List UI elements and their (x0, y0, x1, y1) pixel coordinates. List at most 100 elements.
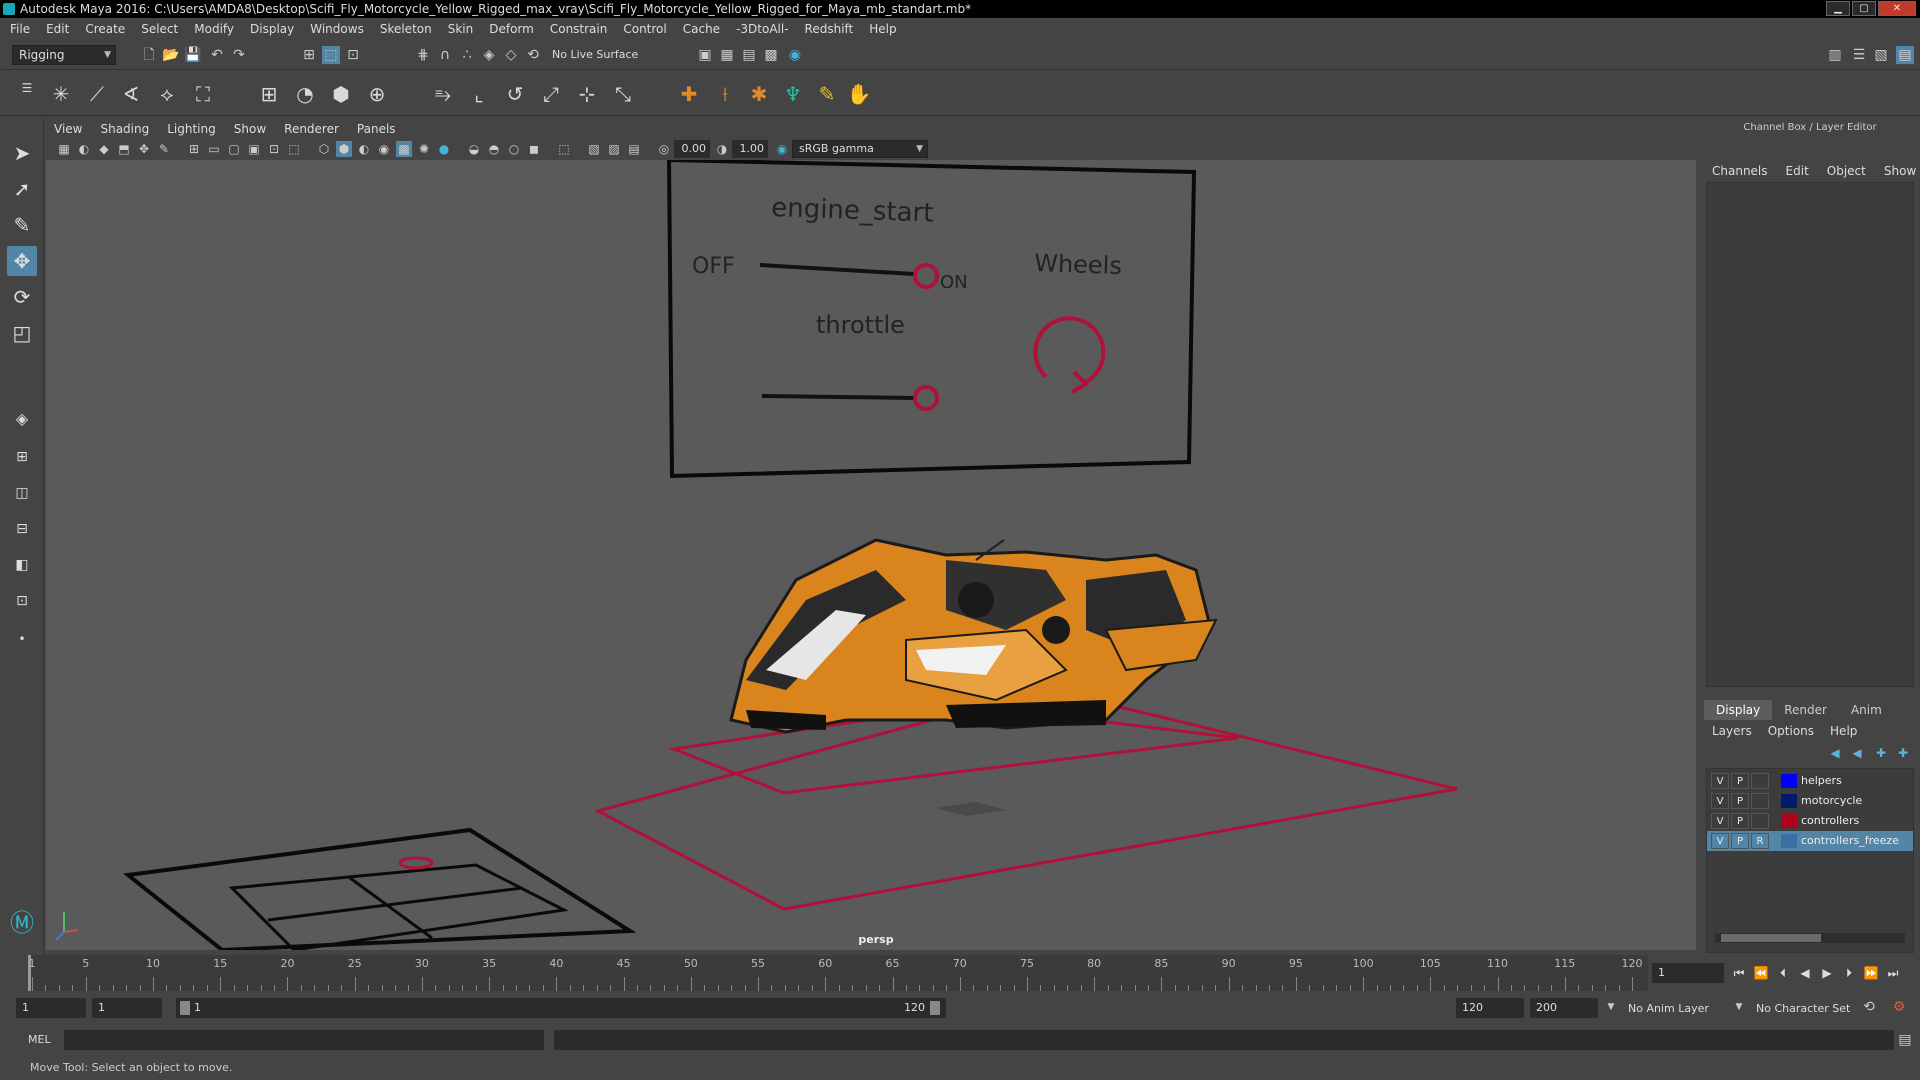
layer-playback-toggle[interactable]: P (1731, 793, 1749, 809)
viewport-menu-show[interactable]: Show (234, 122, 266, 136)
layer-playback-toggle[interactable]: P (1731, 813, 1749, 829)
ik-spline-icon[interactable]: ∢ (118, 81, 144, 107)
menu-deform[interactable]: Deform (489, 22, 534, 36)
tool-settings-icon[interactable]: ▧ (1872, 46, 1890, 64)
bookmark-icon[interactable]: ◆ (96, 141, 112, 157)
menu-windows[interactable]: Windows (310, 22, 364, 36)
layer-visibility-toggle[interactable]: V (1711, 773, 1729, 789)
le-menu-options[interactable]: Options (1768, 724, 1814, 738)
move-tool-icon[interactable]: ✥ (7, 246, 37, 276)
layer-visibility-toggle[interactable]: V (1711, 793, 1729, 809)
wheels-rotate-controller[interactable] (1033, 316, 1106, 385)
menu-redshift[interactable]: Redshift (805, 22, 854, 36)
chevron-down-icon[interactable]: ▼ (1730, 998, 1748, 1016)
snap-view-icon[interactable]: ◈ (480, 46, 498, 64)
viewport-menu-lighting[interactable]: Lighting (167, 122, 216, 136)
layer-row-motorcycle[interactable]: V P motorcycle (1707, 791, 1913, 811)
move-layer-up-icon[interactable]: ◀ (1826, 744, 1844, 762)
script-editor-icon[interactable]: ▤ (1896, 1031, 1914, 1049)
xray-icon[interactable]: ▧ (586, 141, 602, 157)
render-frame-icon[interactable]: ▦ (718, 46, 736, 64)
four-view-layout-icon[interactable]: ⊞ (7, 442, 37, 472)
new-empty-layer-icon[interactable]: ✚ (1872, 744, 1890, 762)
scrollbar-thumb[interactable] (1721, 934, 1821, 942)
throttle-slider-controller[interactable] (913, 385, 939, 411)
xray-components-icon[interactable]: ▤ (626, 141, 642, 157)
close-button[interactable]: ✕ (1878, 1, 1916, 16)
playback-end-field[interactable]: 120 (1456, 998, 1524, 1018)
save-scene-icon[interactable]: 💾 (184, 46, 202, 64)
select-tool-icon[interactable]: ➤ (7, 138, 37, 168)
bind-skin-icon[interactable]: ⥱ (430, 81, 456, 107)
quick-rig-icon[interactable]: ♆ (780, 81, 806, 107)
scifi-motorcycle-model[interactable] (729, 538, 1218, 734)
film-gate-icon[interactable]: ▭ (206, 141, 222, 157)
animation-prefs-icon[interactable]: ⚙ (1890, 998, 1908, 1016)
scale-constraint-icon[interactable]: ⤢ (538, 81, 564, 107)
engine-slider-controller[interactable] (913, 263, 939, 289)
cb-menu-channels[interactable]: Channels (1712, 164, 1768, 178)
step-forward-frame-icon[interactable]: ⏩ (1862, 964, 1880, 982)
human-ik-icon[interactable]: ✱ (746, 81, 772, 107)
two-d-pan-icon[interactable]: ✥ (136, 141, 152, 157)
command-language-label[interactable]: MEL (28, 1033, 51, 1046)
snap-grid-icon[interactable]: ⋕ (414, 46, 432, 64)
outliner-layout-icon[interactable]: ⊟ (7, 514, 37, 544)
gate-mask-icon[interactable]: ▣ (246, 141, 262, 157)
viewport-menu-panels[interactable]: Panels (357, 122, 396, 136)
layer-list-scrollbar[interactable] (1715, 933, 1905, 943)
shelf-options-icon[interactable]: ☰ (14, 75, 40, 101)
grease-pencil-icon[interactable]: ✎ (156, 141, 172, 157)
depth-of-field-icon[interactable]: ◼ (526, 141, 542, 157)
layer-visibility-toggle[interactable]: V (1711, 813, 1729, 829)
single-perspective-layout-icon[interactable]: ◈ (7, 404, 37, 434)
layer-row-helpers[interactable]: V P helpers (1707, 771, 1913, 791)
anim-layer-dropdown[interactable]: No Anim Layer (1628, 1002, 1709, 1015)
viewport-menu-renderer[interactable]: Renderer (284, 122, 339, 136)
pole-vector-icon[interactable]: ⤡ (610, 81, 636, 107)
le-menu-help[interactable]: Help (1830, 724, 1857, 738)
cv-curve-icon[interactable]: ⟊ (712, 81, 738, 107)
aim-constraint-icon[interactable]: ⊹ (574, 81, 600, 107)
graph-layout-icon[interactable]: ◧ (7, 550, 37, 580)
wireframe-on-shaded-icon[interactable]: ◉ (376, 141, 392, 157)
cb-menu-edit[interactable]: Edit (1786, 164, 1809, 178)
camera-attributes-icon[interactable]: ◐ (76, 141, 92, 157)
menu-cache[interactable]: Cache (683, 22, 720, 36)
playback-start-field[interactable]: 1 (92, 998, 162, 1018)
menu-edit[interactable]: Edit (46, 22, 69, 36)
gamma-field[interactable]: 1.00 (732, 140, 768, 158)
range-slider[interactable]: 1 120 (176, 998, 946, 1018)
lights-icon[interactable]: ✺ (416, 141, 432, 157)
layer-display-type-toggle[interactable]: R (1751, 833, 1769, 849)
tab-anim[interactable]: Anim (1839, 700, 1894, 720)
gamma-icon[interactable]: ◑ (714, 141, 730, 157)
lasso-tool-icon[interactable]: ➚ (7, 174, 37, 204)
snap-surface-icon[interactable]: ◇ (502, 46, 520, 64)
redo-icon[interactable]: ↷ (230, 46, 248, 64)
undo-icon[interactable]: ↶ (208, 46, 226, 64)
hypershade-layout-icon[interactable]: ⊡ (7, 586, 37, 616)
ipr-render-icon[interactable]: ▤ (740, 46, 758, 64)
wireframe-icon[interactable]: ⬡ (316, 141, 332, 157)
motion-blur-icon[interactable]: ◓ (486, 141, 502, 157)
step-back-key-icon[interactable]: ⏴ (1774, 964, 1792, 982)
image-plane-icon[interactable]: ⬒ (116, 141, 132, 157)
color-management-icon[interactable]: ◉ (774, 141, 790, 157)
safe-action-icon[interactable]: ⬚ (286, 141, 302, 157)
sculpt-deformer-icon[interactable]: ⊕ (364, 81, 390, 107)
perspective-viewport[interactable]: engine_start OFF ON Wheels throttle pers… (46, 160, 1696, 950)
viewport-menu-view[interactable]: View (54, 122, 82, 136)
menu-file[interactable]: File (10, 22, 30, 36)
color-space-dropdown[interactable]: sRGB gamma ▼ (792, 140, 928, 158)
tab-display[interactable]: Display (1704, 700, 1773, 720)
resolution-gate-icon[interactable]: ▢ (226, 141, 242, 157)
paint-weights-icon[interactable]: ✎ (814, 81, 840, 107)
attribute-editor-icon[interactable]: ☰ (1850, 46, 1868, 64)
play-backwards-icon[interactable]: ◀ (1796, 964, 1814, 982)
more-layouts-icon[interactable]: • (7, 624, 37, 654)
live-surface-label[interactable]: No Live Surface (552, 48, 638, 61)
menu-create[interactable]: Create (85, 22, 125, 36)
range-end-handle[interactable] (930, 1001, 940, 1015)
exposure-field[interactable]: 0.00 (674, 140, 710, 158)
